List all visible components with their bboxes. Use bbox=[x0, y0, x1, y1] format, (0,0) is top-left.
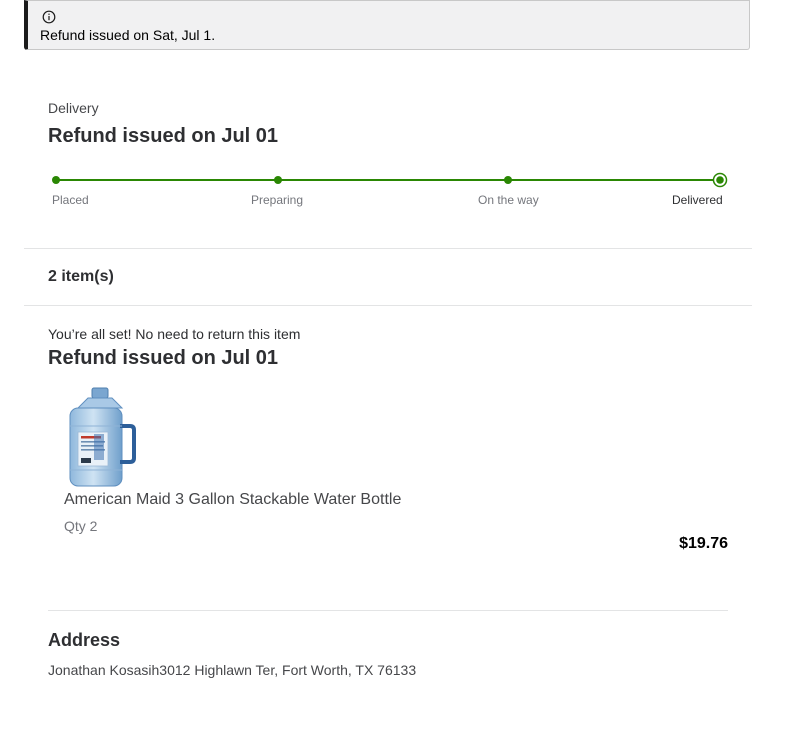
product-price: $19.76 bbox=[679, 535, 728, 552]
delivery-status-heading: Refund issued on Jul 01 bbox=[48, 125, 279, 147]
product-quantity: Qty 2 bbox=[64, 518, 98, 534]
return-note: You’re all set! No need to return this i… bbox=[48, 326, 301, 342]
step-label-preparing: Preparing bbox=[251, 193, 304, 207]
progress-line bbox=[52, 172, 728, 188]
delivery-progress-tracker: Placed Preparing On the way Delivered bbox=[0, 170, 800, 210]
step-dot-on-the-way bbox=[504, 176, 512, 184]
items-count: 2 item(s) bbox=[48, 268, 114, 285]
delivery-label: Delivery bbox=[48, 100, 99, 116]
step-label-on-the-way: On the way bbox=[478, 193, 539, 207]
item-status-heading: Refund issued on Jul 01 bbox=[48, 347, 279, 369]
step-dot-delivered bbox=[716, 176, 724, 184]
step-dot-preparing bbox=[274, 176, 282, 184]
info-icon bbox=[42, 10, 56, 24]
step-label-delivered: Delivered bbox=[672, 193, 723, 207]
water-bottle-image[interactable] bbox=[64, 386, 136, 490]
refund-alert-banner: Refund issued on Sat, Jul 1. bbox=[24, 0, 750, 50]
divider bbox=[48, 610, 728, 611]
divider bbox=[24, 305, 752, 306]
address-heading: Address bbox=[48, 630, 121, 650]
product-name[interactable]: American Maid 3 Gallon Stackable Water B… bbox=[64, 491, 401, 509]
divider bbox=[24, 248, 752, 249]
step-label-placed: Placed bbox=[52, 193, 89, 207]
alert-message: Refund issued on Sat, Jul 1. bbox=[40, 27, 216, 43]
address-text: Jonathan Kosasih3012 Highlawn Ter, Fort … bbox=[48, 662, 417, 678]
step-dot-placed bbox=[52, 176, 60, 184]
